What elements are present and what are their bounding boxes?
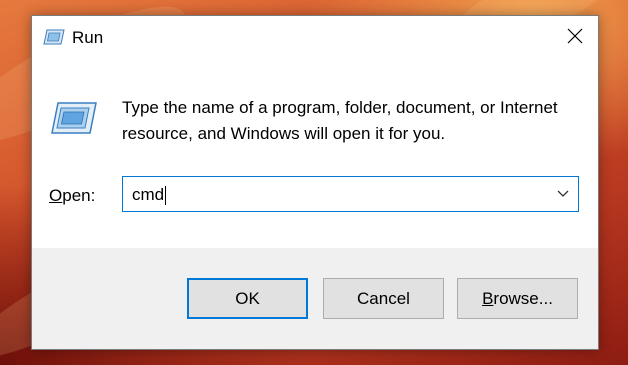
browse-mnemonic: B	[482, 288, 494, 308]
run-icon	[43, 28, 65, 46]
browse-button[interactable]: Browse...	[457, 278, 578, 319]
cancel-button[interactable]: Cancel	[323, 278, 444, 319]
dialog-description: Type the name of a program, folder, docu…	[122, 98, 558, 143]
browse-label: rowse...	[493, 288, 553, 308]
open-label-mnemonic: O	[49, 186, 63, 205]
title-bar[interactable]: Run	[32, 16, 598, 60]
open-input-value: cmd	[132, 185, 165, 204]
text-caret	[165, 185, 167, 205]
open-dropdown-button[interactable]	[548, 177, 578, 211]
button-bar: OK Cancel Browse...	[32, 248, 598, 349]
ok-button[interactable]: OK	[187, 278, 308, 319]
close-icon	[567, 28, 583, 49]
open-label-text: pen:	[62, 186, 96, 205]
run-icon	[50, 101, 98, 137]
window-title: Run	[72, 28, 104, 47]
run-dialog: Run Type the name of a program, folder, …	[31, 15, 599, 350]
close-button[interactable]	[552, 16, 598, 60]
open-label: Open:	[49, 186, 95, 206]
chevron-down-icon	[557, 185, 569, 203]
open-input[interactable]: cmd	[132, 185, 167, 205]
open-combobox[interactable]: cmd	[122, 176, 579, 212]
